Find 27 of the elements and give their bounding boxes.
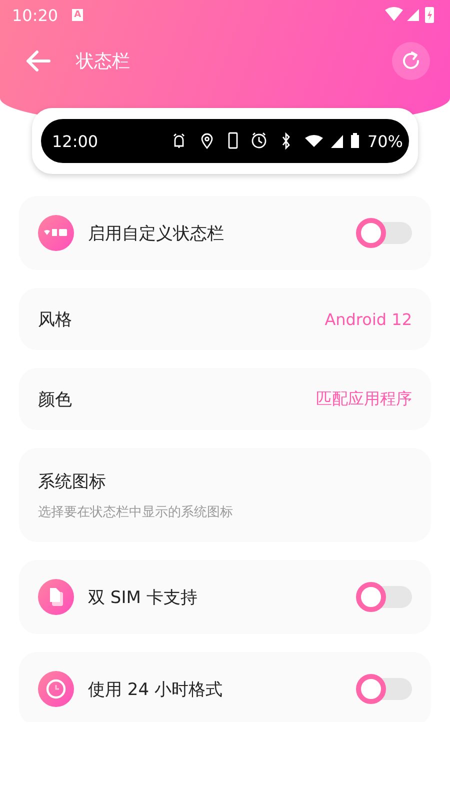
setting-label: 颜色 (38, 388, 72, 410)
setting-icon (38, 671, 74, 707)
refresh-icon (400, 50, 422, 72)
setting-label: 风格 (38, 308, 72, 330)
refresh-button[interactable] (392, 42, 430, 80)
notification-icon: A (72, 9, 84, 21)
setting-card[interactable]: 双 SIM 卡支持 (19, 560, 431, 634)
setting-value: Android 12 (324, 310, 412, 328)
setting-card[interactable]: 使用 24 小时格式 (19, 652, 431, 722)
setting-icon (38, 579, 74, 615)
setting-label: 启用自定义状态栏 (88, 222, 224, 244)
setting-label: 系统图标 (38, 470, 107, 492)
setting-value: 匹配应用程序 (316, 388, 412, 410)
status-icons (384, 5, 436, 25)
setting-label: 使用 24 小时格式 (88, 678, 222, 700)
page-title: 状态栏 (76, 50, 130, 73)
back-arrow-icon[interactable] (24, 49, 52, 73)
preview-time: 12:00 (52, 132, 98, 150)
status-time: 10:20 (12, 6, 58, 24)
setting-card[interactable]: 启用自定义状态栏 (19, 196, 431, 270)
setting-card[interactable]: 风格 Android 12 (19, 288, 431, 350)
setting-description: 选择要在状态栏中显示的系统图标 (38, 504, 233, 520)
setting-card[interactable]: 颜色 匹配应用程序 (19, 368, 431, 430)
setting-icon (38, 215, 74, 251)
battery-percent: 70% (367, 132, 403, 150)
setting-label: 双 SIM 卡支持 (88, 586, 198, 608)
setting-card[interactable]: 系统图标 选择要在状态栏中显示的系统图标 (19, 448, 431, 542)
